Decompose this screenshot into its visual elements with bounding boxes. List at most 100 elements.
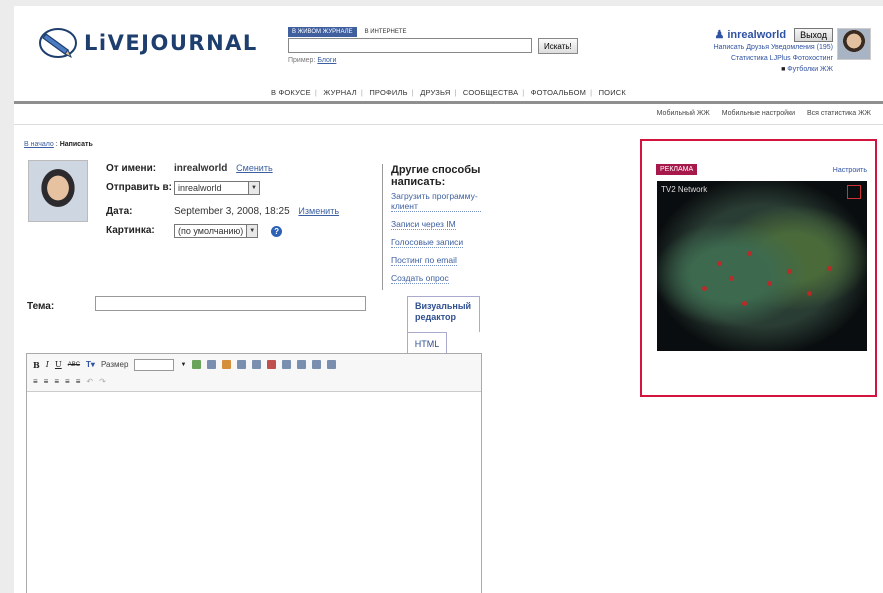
breadcrumb: В начало : Написать: [24, 141, 93, 148]
nav-friends[interactable]: ДРУЗЬЯ: [420, 88, 450, 97]
numbered-list-icon[interactable]: ≡: [44, 377, 49, 386]
hr-icon[interactable]: [282, 360, 292, 369]
user-link-notifications[interactable]: Уведомления (195): [771, 44, 833, 51]
divider: [382, 164, 383, 290]
subnav-mobile[interactable]: Мобильный ЖЖ: [657, 110, 710, 117]
redo-icon[interactable]: ↷: [99, 377, 106, 386]
avatar[interactable]: [837, 28, 871, 60]
tshirt-icon: ■: [781, 66, 786, 73]
cut-icon[interactable]: [267, 360, 277, 369]
picture-label: Картинка:: [106, 225, 155, 236]
pencil-logo-icon: [39, 28, 77, 59]
other-ways-panel: Другие способы написать: Загрузить прогр…: [391, 164, 481, 286]
sub-nav: Мобильный ЖЖ Мобильные настройки Вся ста…: [647, 110, 871, 117]
other-way-im[interactable]: Записи через IM: [391, 219, 456, 230]
logout-button[interactable]: Выход: [794, 28, 833, 42]
search-example: Пример: Блоги: [288, 57, 337, 64]
send-to-select[interactable]: inrealworld ▼: [174, 181, 260, 195]
nav-journal[interactable]: ЖУРНАЛ: [323, 88, 357, 97]
strikethrough-icon[interactable]: ABC: [68, 362, 80, 368]
search-tab-livejournal[interactable]: В ЖИВОМ ЖУРНАЛЕ: [288, 27, 357, 37]
user-link-write[interactable]: Написать: [714, 44, 745, 51]
align-center-icon[interactable]: ≡: [65, 377, 70, 386]
chevron-down-icon: ▼: [248, 182, 259, 194]
user-link-tshirts[interactable]: Футболки ЖЖ: [787, 66, 833, 73]
nav-profile[interactable]: ПРОФИЛЬ: [369, 88, 407, 97]
editor: B I U ABC T▾ Размер ▼ ≡ ≡ ≡ ≡ ≡ ↶ ↷: [26, 353, 482, 593]
search-tab-internet[interactable]: В ИНТЕРНЕТЕ: [363, 27, 409, 37]
topic-input[interactable]: [95, 296, 366, 311]
ad-label: РЕКЛАМА: [656, 164, 698, 175]
nav-search[interactable]: ПОИСК: [599, 88, 626, 97]
ad-banner[interactable]: TV2 Network: [657, 181, 867, 351]
text-color-icon[interactable]: T▾: [86, 360, 95, 369]
search-box: В ЖИВОМ ЖУРНАЛЕ В ИНТЕРНЕТЕ Искать! Прим…: [288, 27, 588, 64]
nav-photoalbum[interactable]: ФОТОАЛЬБОМ: [531, 88, 586, 97]
user-link-stats[interactable]: Статистика: [731, 55, 768, 62]
search-example-link[interactable]: Блоги: [317, 57, 336, 64]
help-icon[interactable]: ?: [271, 226, 283, 237]
change-user-link[interactable]: Сменить: [236, 163, 273, 173]
user-link-friends[interactable]: Друзья: [746, 44, 769, 51]
other-way-client[interactable]: Загрузить программу-клиент: [391, 191, 481, 212]
tab-html[interactable]: HTML: [407, 332, 447, 354]
topic-label: Тема:: [27, 301, 55, 312]
ad-setup-link[interactable]: Настроить: [833, 167, 867, 174]
user-panel: ♟ inrealworld Выход Написать Друзья Увед…: [714, 28, 833, 75]
from-value: inrealworld: [174, 163, 228, 174]
user-tag-icon[interactable]: [222, 360, 232, 369]
bullet-list-icon[interactable]: ≡: [33, 377, 38, 386]
underline-button[interactable]: U: [55, 360, 62, 369]
breadcrumb-home[interactable]: В начало: [24, 141, 54, 148]
subnav-mobile-settings[interactable]: Мобильные настройки: [722, 110, 795, 117]
subnav-divider: [14, 124, 883, 125]
align-left-icon[interactable]: ≡: [54, 377, 59, 386]
search-button[interactable]: Искать!: [538, 38, 578, 54]
tab-visual-editor[interactable]: Визуальный редактор: [407, 296, 480, 332]
table-icon[interactable]: [297, 360, 307, 369]
change-date-link[interactable]: Изменить: [298, 206, 339, 216]
date-label: Дата:: [106, 206, 133, 217]
nav-communities[interactable]: СООБЩЕСТВА: [463, 88, 518, 97]
indent-icon[interactable]: [312, 360, 322, 369]
ad-network-label: TV2 Network: [661, 185, 708, 194]
other-way-voice[interactable]: Голосовые записи: [391, 237, 464, 248]
user-icon: ♟: [714, 28, 725, 41]
user-link-photohosting[interactable]: Фотохостинг: [793, 55, 833, 62]
bold-button[interactable]: B: [33, 360, 40, 370]
userpic: [28, 160, 88, 222]
picture-select[interactable]: (по умолчанию) ▼: [174, 224, 259, 238]
logo-text: LiVEJOURNAL: [84, 31, 258, 55]
unlink-icon[interactable]: [207, 360, 217, 369]
align-right-icon[interactable]: ≡: [76, 377, 81, 386]
post-form: От имени: inrealworld Сменить Отправить …: [106, 162, 339, 242]
media-icon[interactable]: [252, 360, 262, 369]
nav-divider: [14, 101, 883, 104]
other-ways-title: Другие способы написать:: [391, 164, 481, 188]
subnav-all-stats[interactable]: Вся статистика ЖЖ: [807, 110, 871, 117]
from-label: От имени:: [106, 163, 157, 174]
other-way-poll[interactable]: Создать опрос: [391, 273, 449, 284]
editor-toolbar: B I U ABC T▾ Размер ▼ ≡ ≡ ≡ ≡ ≡ ↶ ↷: [27, 354, 481, 392]
outdent-icon[interactable]: [327, 360, 337, 369]
username-link[interactable]: ♟ inrealworld: [714, 28, 786, 41]
main-nav: В ФОКУСЕ | ЖУРНАЛ | ПРОФИЛЬ | ДРУЗЬЯ | СООБЩ…: [271, 88, 626, 97]
breadcrumb-current: Написать: [59, 141, 93, 148]
ad-close-icon[interactable]: [847, 185, 861, 199]
italic-button[interactable]: I: [46, 360, 49, 369]
livejournal-logo[interactable]: LiVEJOURNAL: [38, 26, 258, 60]
chevron-down-icon: ▼: [246, 225, 258, 237]
page: LiVEJOURNAL В ЖИВОМ ЖУРНАЛЕ В ИНТЕРНЕТЕ …: [14, 6, 883, 593]
other-way-email[interactable]: Постинг по email: [391, 255, 457, 266]
user-link-ljplus[interactable]: LJPlus: [770, 55, 791, 62]
chevron-down-icon[interactable]: ▼: [180, 362, 186, 368]
link-icon[interactable]: [192, 360, 202, 369]
size-select[interactable]: [134, 358, 175, 371]
date-value: September 3, 2008, 18:25: [174, 206, 290, 217]
search-input[interactable]: [288, 38, 532, 53]
undo-icon[interactable]: ↶: [86, 377, 93, 386]
send-to-label: Отправить в:: [106, 182, 172, 193]
nav-focus[interactable]: В ФОКУСЕ: [271, 88, 311, 97]
size-label: Размер: [100, 360, 129, 369]
image-icon[interactable]: [237, 360, 247, 369]
